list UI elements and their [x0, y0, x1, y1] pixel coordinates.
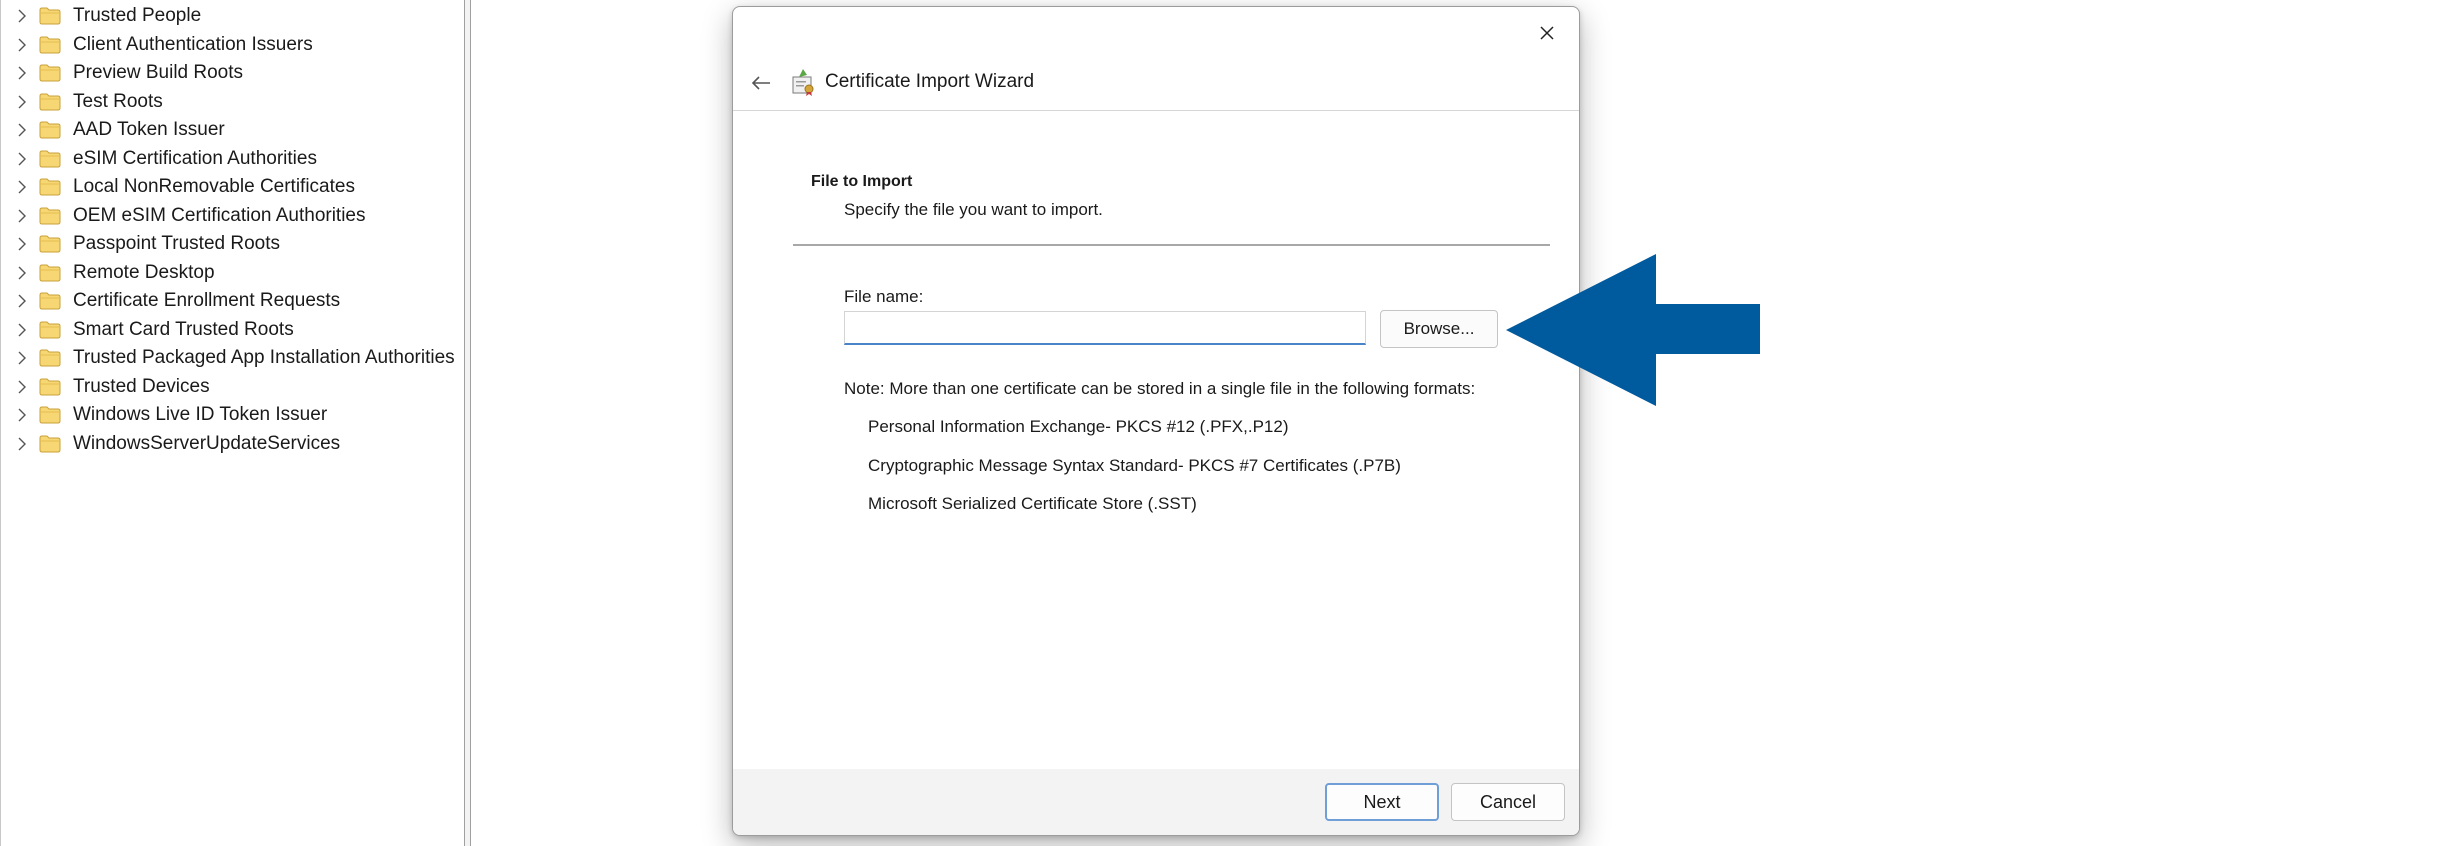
- tree-item-label: Passpoint Trusted Roots: [73, 233, 280, 255]
- close-button[interactable]: [1529, 17, 1565, 53]
- folder-icon: [39, 264, 61, 282]
- tree-item-windows-live-id-token-issuer[interactable]: Windows Live ID Token Issuer: [1, 401, 455, 430]
- chevron-right-icon[interactable]: [13, 93, 31, 111]
- folder-icon: [39, 64, 61, 82]
- certificate-import-wizard-dialog: Certificate Import Wizard File to Import…: [732, 6, 1580, 836]
- header-divider: [733, 110, 1579, 111]
- tree-item-label: Remote Desktop: [73, 261, 215, 283]
- tree-item-label: Test Roots: [73, 90, 163, 112]
- folder-icon: [39, 435, 61, 453]
- tree-item-label: Windows Live ID Token Issuer: [73, 404, 328, 426]
- certificate-wizard-icon: [789, 67, 817, 97]
- chevron-right-icon[interactable]: [13, 7, 31, 25]
- chevron-right-icon[interactable]: [13, 235, 31, 253]
- formats-note: Note: More than one certificate can be s…: [844, 379, 1476, 398]
- chevron-right-icon[interactable]: [13, 321, 31, 339]
- folder-icon: [39, 235, 61, 253]
- tree-item-label: WindowsServerUpdateServices: [73, 432, 341, 454]
- folder-icon: [39, 121, 61, 139]
- folder-icon: [39, 292, 61, 310]
- tree-item-preview-build-roots[interactable]: Preview Build Roots: [1, 59, 455, 88]
- tree-item-oem-esim-certification-authorities[interactable]: OEM eSIM Certification Authorities: [1, 202, 455, 231]
- tree-item-test-roots[interactable]: Test Roots: [1, 88, 455, 117]
- wizard-title: Certificate Import Wizard: [825, 71, 1035, 92]
- back-arrow-icon: [751, 75, 771, 96]
- format-item: Personal Information Exchange- PKCS #12 …: [868, 417, 1289, 436]
- folder-icon: [39, 7, 61, 25]
- tree-item-label: Client Authentication Issuers: [73, 33, 313, 55]
- tree-item-label: OEM eSIM Certification Authorities: [73, 204, 366, 226]
- format-item: Microsoft Serialized Certificate Store (…: [868, 494, 1197, 513]
- file-name-label: File name:: [844, 287, 924, 306]
- tree-item-label: eSIM Certification Authorities: [73, 147, 317, 169]
- tree-item-passpoint-trusted-roots[interactable]: Passpoint Trusted Roots: [1, 230, 455, 259]
- tree-item-label: Trusted People: [73, 5, 202, 27]
- section-title: File to Import: [811, 173, 913, 190]
- pointer-arrow-icon: [1506, 254, 1760, 411]
- folder-icon: [39, 321, 61, 339]
- tree-item-remote-desktop[interactable]: Remote Desktop: [1, 259, 455, 288]
- back-button[interactable]: [741, 65, 781, 105]
- tree-item-label: Trusted Devices: [73, 375, 210, 397]
- chevron-right-icon[interactable]: [13, 64, 31, 82]
- chevron-right-icon[interactable]: [13, 178, 31, 196]
- tree-item-label: Smart Card Trusted Roots: [73, 318, 294, 340]
- chevron-right-icon[interactable]: [13, 121, 31, 139]
- tree-item-windows-server-update-services[interactable]: WindowsServerUpdateServices: [1, 430, 455, 459]
- tree-item-trusted-devices[interactable]: Trusted Devices: [1, 373, 455, 402]
- tree-item-certificate-enrollment-requests[interactable]: Certificate Enrollment Requests: [1, 287, 455, 316]
- cancel-button[interactable]: Cancel: [1451, 783, 1565, 821]
- next-button[interactable]: Next: [1325, 783, 1439, 821]
- section-subtitle: Specify the file you want to import.: [844, 200, 1103, 219]
- tree-item-label: Certificate Enrollment Requests: [73, 290, 341, 312]
- file-name-input[interactable]: [844, 311, 1366, 345]
- folder-icon: [39, 150, 61, 168]
- pane-splitter[interactable]: [464, 0, 471, 846]
- tree-item-smart-card-trusted-roots[interactable]: Smart Card Trusted Roots: [1, 316, 455, 345]
- format-item: Cryptographic Message Syntax Standard- P…: [868, 456, 1401, 475]
- tree-item-trusted-packaged-app-installation-authorities[interactable]: Trusted Packaged App Installation Author…: [1, 344, 455, 373]
- tree-item-aad-token-issuer[interactable]: AAD Token Issuer: [1, 116, 455, 145]
- chevron-right-icon[interactable]: [13, 406, 31, 424]
- tree-item-esim-certification-authorities[interactable]: eSIM Certification Authorities: [1, 145, 455, 174]
- chevron-right-icon[interactable]: [13, 435, 31, 453]
- chevron-right-icon[interactable]: [13, 378, 31, 396]
- tree-item-local-nonremovable-certificates[interactable]: Local NonRemovable Certificates: [1, 173, 455, 202]
- close-icon: [1539, 25, 1555, 46]
- dialog-footer: Next Cancel: [733, 769, 1579, 835]
- tree-item-label: Trusted Packaged App Installation Author…: [73, 347, 455, 369]
- certificate-store-tree: Trusted People Client Authentication Iss…: [0, 0, 465, 846]
- chevron-right-icon[interactable]: [13, 264, 31, 282]
- browse-button[interactable]: Browse...: [1380, 310, 1498, 348]
- tree-item-label: Local NonRemovable Certificates: [73, 176, 355, 198]
- chevron-right-icon[interactable]: [13, 207, 31, 225]
- chevron-right-icon[interactable]: [13, 292, 31, 310]
- folder-icon: [39, 207, 61, 225]
- tree-item-label: AAD Token Issuer: [73, 119, 225, 141]
- chevron-right-icon[interactable]: [13, 36, 31, 54]
- folder-icon: [39, 93, 61, 111]
- tree-item-client-authentication-issuers[interactable]: Client Authentication Issuers: [1, 31, 455, 60]
- chevron-right-icon[interactable]: [13, 349, 31, 367]
- tree-item-trusted-people[interactable]: Trusted People: [1, 2, 455, 31]
- chevron-right-icon[interactable]: [13, 150, 31, 168]
- folder-icon: [39, 406, 61, 424]
- tree-item-label: Preview Build Roots: [73, 62, 244, 84]
- folder-icon: [39, 378, 61, 396]
- section-divider: [793, 244, 1550, 246]
- folder-icon: [39, 349, 61, 367]
- tree-list: Trusted People Client Authentication Iss…: [1, 2, 455, 458]
- folder-icon: [39, 36, 61, 54]
- folder-icon: [39, 178, 61, 196]
